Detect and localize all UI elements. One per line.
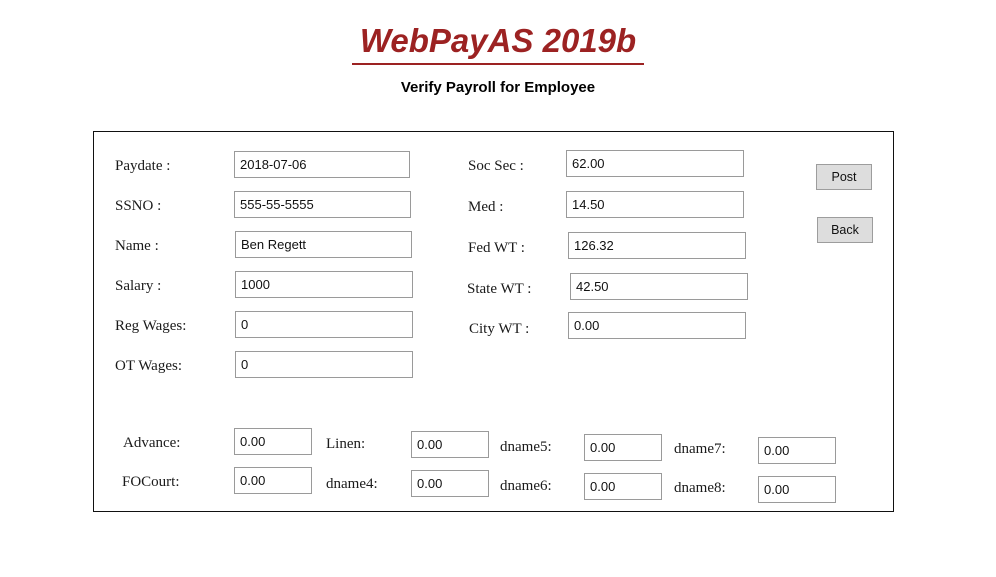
- label-reg-wages: Reg Wages:: [115, 318, 187, 334]
- input-linen[interactable]: [411, 431, 489, 458]
- label-dname7: dname7:: [674, 441, 726, 457]
- back-button[interactable]: Back: [817, 217, 873, 243]
- payroll-form-panel: Paydate : SSNO : Name : Salary : Reg Wag…: [93, 131, 894, 512]
- input-reg-wages[interactable]: [235, 311, 413, 338]
- label-advance: Advance:: [123, 435, 181, 451]
- page-title-text: WebPayAS 2019b: [351, 22, 645, 65]
- label-ssno: SSNO :: [115, 198, 162, 214]
- input-dname8[interactable]: [758, 476, 836, 503]
- input-paydate[interactable]: [234, 151, 410, 178]
- input-name[interactable]: [235, 231, 412, 258]
- page-title: WebPayAS 2019b: [0, 22, 996, 65]
- label-salary: Salary :: [115, 278, 162, 294]
- label-dname6: dname6:: [500, 478, 552, 494]
- input-state-wt[interactable]: [570, 273, 748, 300]
- input-ot-wages[interactable]: [235, 351, 413, 378]
- label-soc-sec: Soc Sec :: [468, 158, 524, 174]
- input-salary[interactable]: [235, 271, 413, 298]
- label-focourt: FOCourt:: [122, 474, 180, 490]
- input-med[interactable]: [566, 191, 744, 218]
- input-city-wt[interactable]: [568, 312, 746, 339]
- input-ssno[interactable]: [234, 191, 411, 218]
- input-fed-wt[interactable]: [568, 232, 746, 259]
- label-dname4: dname4:: [326, 476, 378, 492]
- label-state-wt: State WT :: [467, 281, 532, 297]
- input-advance[interactable]: [234, 428, 312, 455]
- page-subtitle: Verify Payroll for Employee: [400, 79, 596, 96]
- label-city-wt: City WT :: [469, 321, 530, 337]
- label-linen: Linen:: [326, 436, 366, 452]
- label-paydate: Paydate :: [115, 158, 171, 174]
- label-fed-wt: Fed WT :: [468, 240, 525, 256]
- label-dname5: dname5:: [500, 439, 552, 455]
- input-dname5[interactable]: [584, 434, 662, 461]
- label-name: Name :: [115, 238, 159, 254]
- input-focourt[interactable]: [234, 467, 312, 494]
- label-dname8: dname8:: [674, 480, 726, 496]
- input-soc-sec[interactable]: [566, 150, 744, 177]
- input-dname6[interactable]: [584, 473, 662, 500]
- input-dname7[interactable]: [758, 437, 836, 464]
- label-med: Med :: [468, 199, 504, 215]
- input-dname4[interactable]: [411, 470, 489, 497]
- label-ot-wages: OT Wages:: [115, 358, 182, 374]
- post-button[interactable]: Post: [816, 164, 872, 190]
